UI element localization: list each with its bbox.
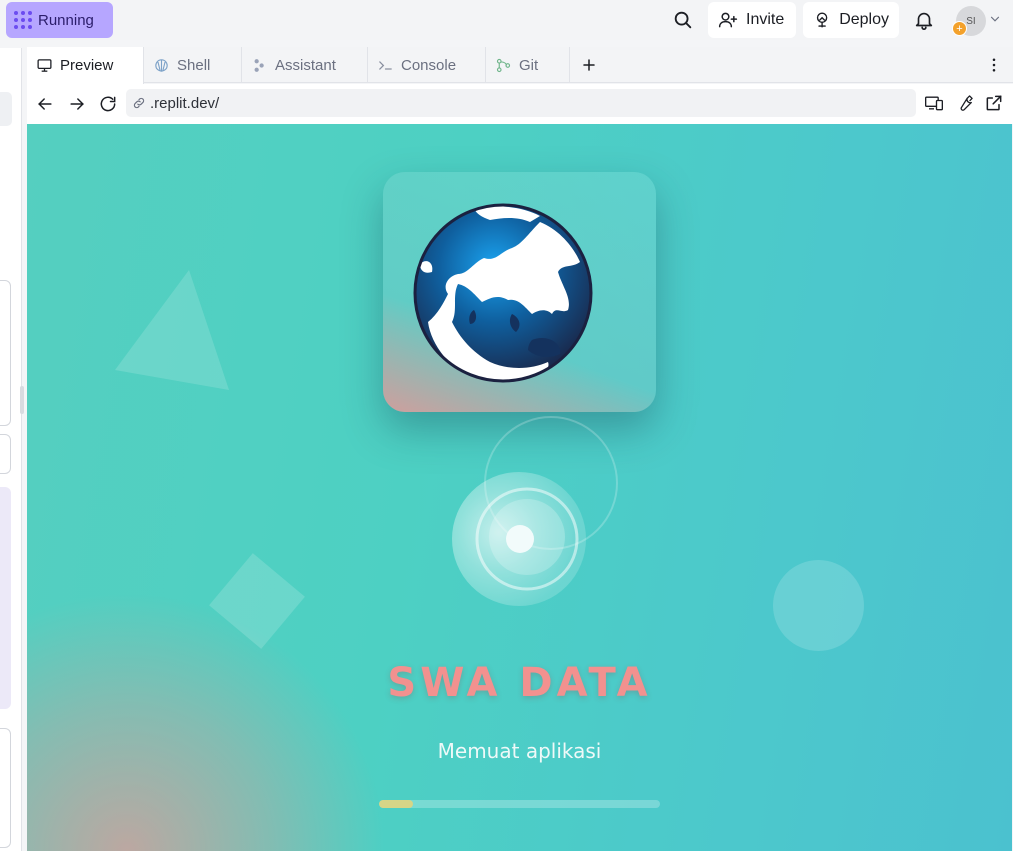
tab-label: Git: [519, 56, 539, 74]
shell-icon: [155, 58, 168, 72]
chevron-down-icon[interactable]: [988, 12, 1002, 26]
avatar-initials: SI: [966, 15, 976, 27]
open-external-icon[interactable]: [984, 93, 1004, 113]
loading-progress-fill: [379, 800, 413, 808]
back-icon[interactable]: [35, 94, 55, 114]
loading-progress-bar: [379, 800, 660, 808]
monitor-icon: [37, 59, 52, 72]
run-button[interactable]: Running: [6, 2, 113, 38]
decor-triangle: [115, 270, 229, 390]
search-icon[interactable]: [672, 9, 694, 31]
new-tab-icon[interactable]: [579, 55, 599, 75]
tab-bar: Preview Shell Assistant Console Git: [27, 47, 1013, 84]
app-preview[interactable]: SWA DATA Memuat aplikasi: [27, 124, 1012, 851]
link-icon: [133, 97, 145, 109]
bell-icon[interactable]: [913, 9, 935, 31]
tab-label: Preview: [60, 57, 114, 74]
run-button-label: Running: [38, 11, 94, 29]
top-bar: Running Invite Deploy SI +: [0, 0, 1013, 40]
tab-preview[interactable]: Preview: [27, 47, 144, 84]
left-panel-card: [0, 280, 11, 426]
tab-git[interactable]: Git: [486, 47, 570, 83]
apps-grid-icon: [14, 11, 32, 29]
app-brand-title: SWA DATA: [387, 660, 652, 706]
devices-icon[interactable]: [924, 93, 944, 113]
tab-assistant[interactable]: Assistant: [242, 47, 368, 83]
terminal-icon: [379, 60, 392, 70]
decor-diamond: [209, 553, 305, 649]
left-panel-highlight: [0, 487, 11, 709]
left-panel: [0, 48, 22, 851]
invite-button[interactable]: Invite: [708, 2, 796, 38]
more-options-icon[interactable]: [985, 55, 1003, 75]
deploy-icon: [816, 12, 828, 28]
forward-icon[interactable]: [67, 94, 87, 114]
add-user-icon: [718, 12, 738, 28]
tab-shell[interactable]: Shell: [144, 47, 242, 83]
git-icon: [496, 58, 511, 72]
deploy-button[interactable]: Deploy: [803, 2, 899, 38]
decor-circle: [773, 560, 864, 651]
tab-label: Assistant: [275, 56, 336, 74]
left-panel-input[interactable]: [0, 92, 12, 126]
assistant-icon: [254, 58, 264, 72]
preview-toolbar: .replit.dev/: [27, 84, 1013, 124]
url-field[interactable]: .replit.dev/: [126, 89, 916, 117]
tab-label: Console: [401, 56, 457, 74]
loading-spinner: [452, 472, 586, 606]
tab-console[interactable]: Console: [368, 47, 486, 83]
reload-icon[interactable]: [98, 94, 118, 114]
loading-text: Memuat aplikasi: [437, 739, 602, 763]
tab-label: Shell: [177, 56, 211, 74]
left-panel-field[interactable]: [0, 434, 11, 474]
deploy-button-label: Deploy: [839, 11, 889, 28]
left-panel-box: [0, 728, 11, 848]
wrench-icon[interactable]: [955, 93, 975, 113]
avatar-badge: +: [952, 21, 967, 36]
url-text: .replit.dev/: [150, 94, 220, 112]
invite-button-label: Invite: [746, 11, 785, 28]
panel-resize-handle[interactable]: [20, 386, 24, 414]
globe-icon: [413, 203, 593, 383]
